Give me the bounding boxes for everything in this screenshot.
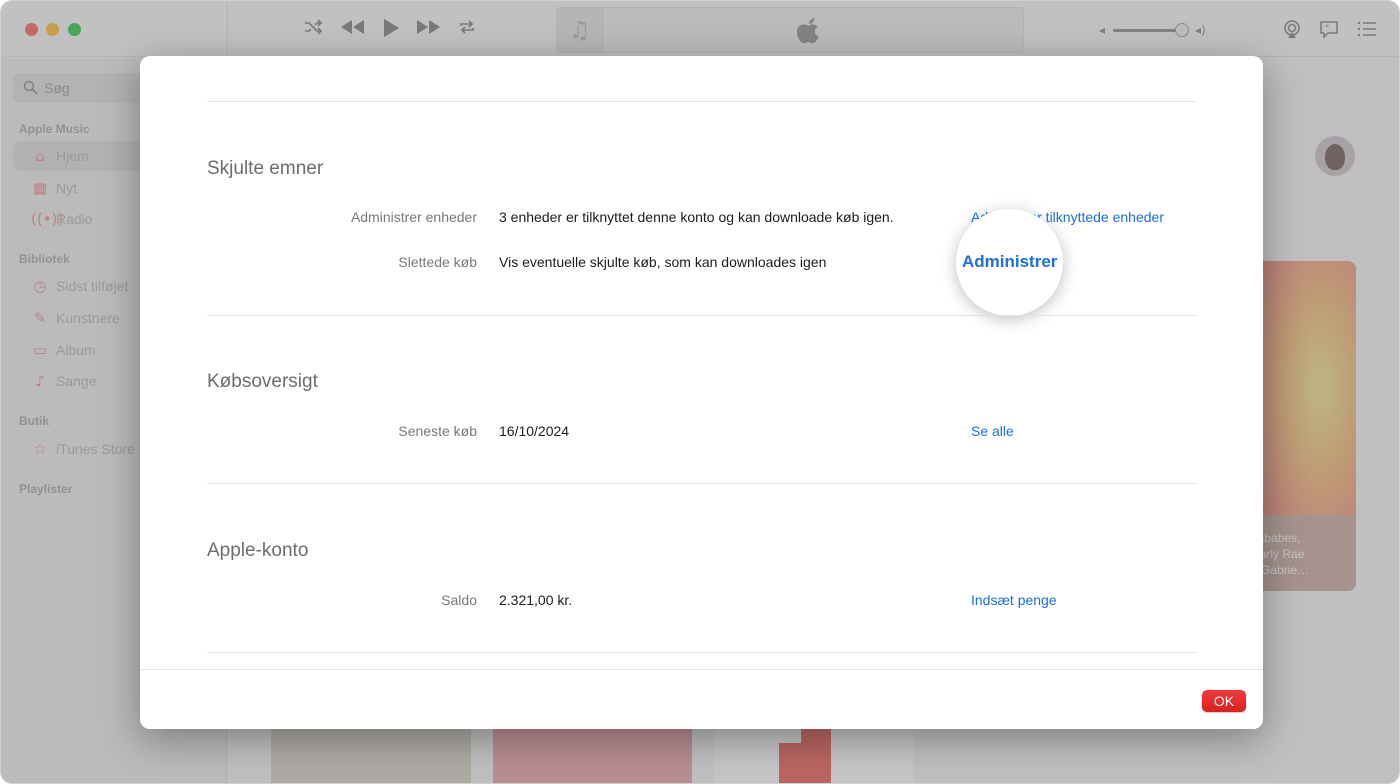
divider (207, 101, 1196, 102)
dialog-footer: OK (140, 669, 1263, 729)
section-title-hidden-items: Skjulte emner (207, 158, 324, 179)
deleted-purchases-value: Vis eventuelle skjulte køb, som kan down… (499, 254, 827, 270)
add-funds-link[interactable]: Indsæt penge (971, 592, 1057, 608)
section-title-purchase-history: Købsoversigt (207, 371, 318, 392)
magnifier-callout: Administrer (956, 209, 1063, 316)
latest-purchase-label: Seneste køb (398, 423, 477, 439)
see-all-link[interactable]: Se alle (971, 423, 1014, 439)
divider (207, 483, 1196, 484)
manage-devices-value: 3 enheder er tilknyttet denne konto og k… (499, 209, 894, 225)
balance-label: Saldo (441, 592, 477, 608)
ok-button[interactable]: OK (1202, 690, 1246, 712)
manage-hidden-purchases-link[interactable]: Administrer (962, 252, 1057, 272)
divider (207, 315, 1196, 316)
music-app-window: ♫ ◂ ◂) " Søg Apple Music ⌂ Hjem ▦ Nyt ((… (0, 0, 1400, 784)
account-info-dialog: Skjulte emner Administrer enheder 3 enhe… (140, 56, 1263, 729)
latest-purchase-value: 16/10/2024 (499, 423, 570, 439)
section-title-apple-account: Apple-konto (207, 540, 309, 561)
manage-devices-label: Administrer enheder (350, 209, 477, 225)
balance-value: 2.321,00 kr. (499, 592, 573, 608)
divider (207, 652, 1196, 653)
deleted-purchases-label: Slettede køb (398, 254, 477, 270)
